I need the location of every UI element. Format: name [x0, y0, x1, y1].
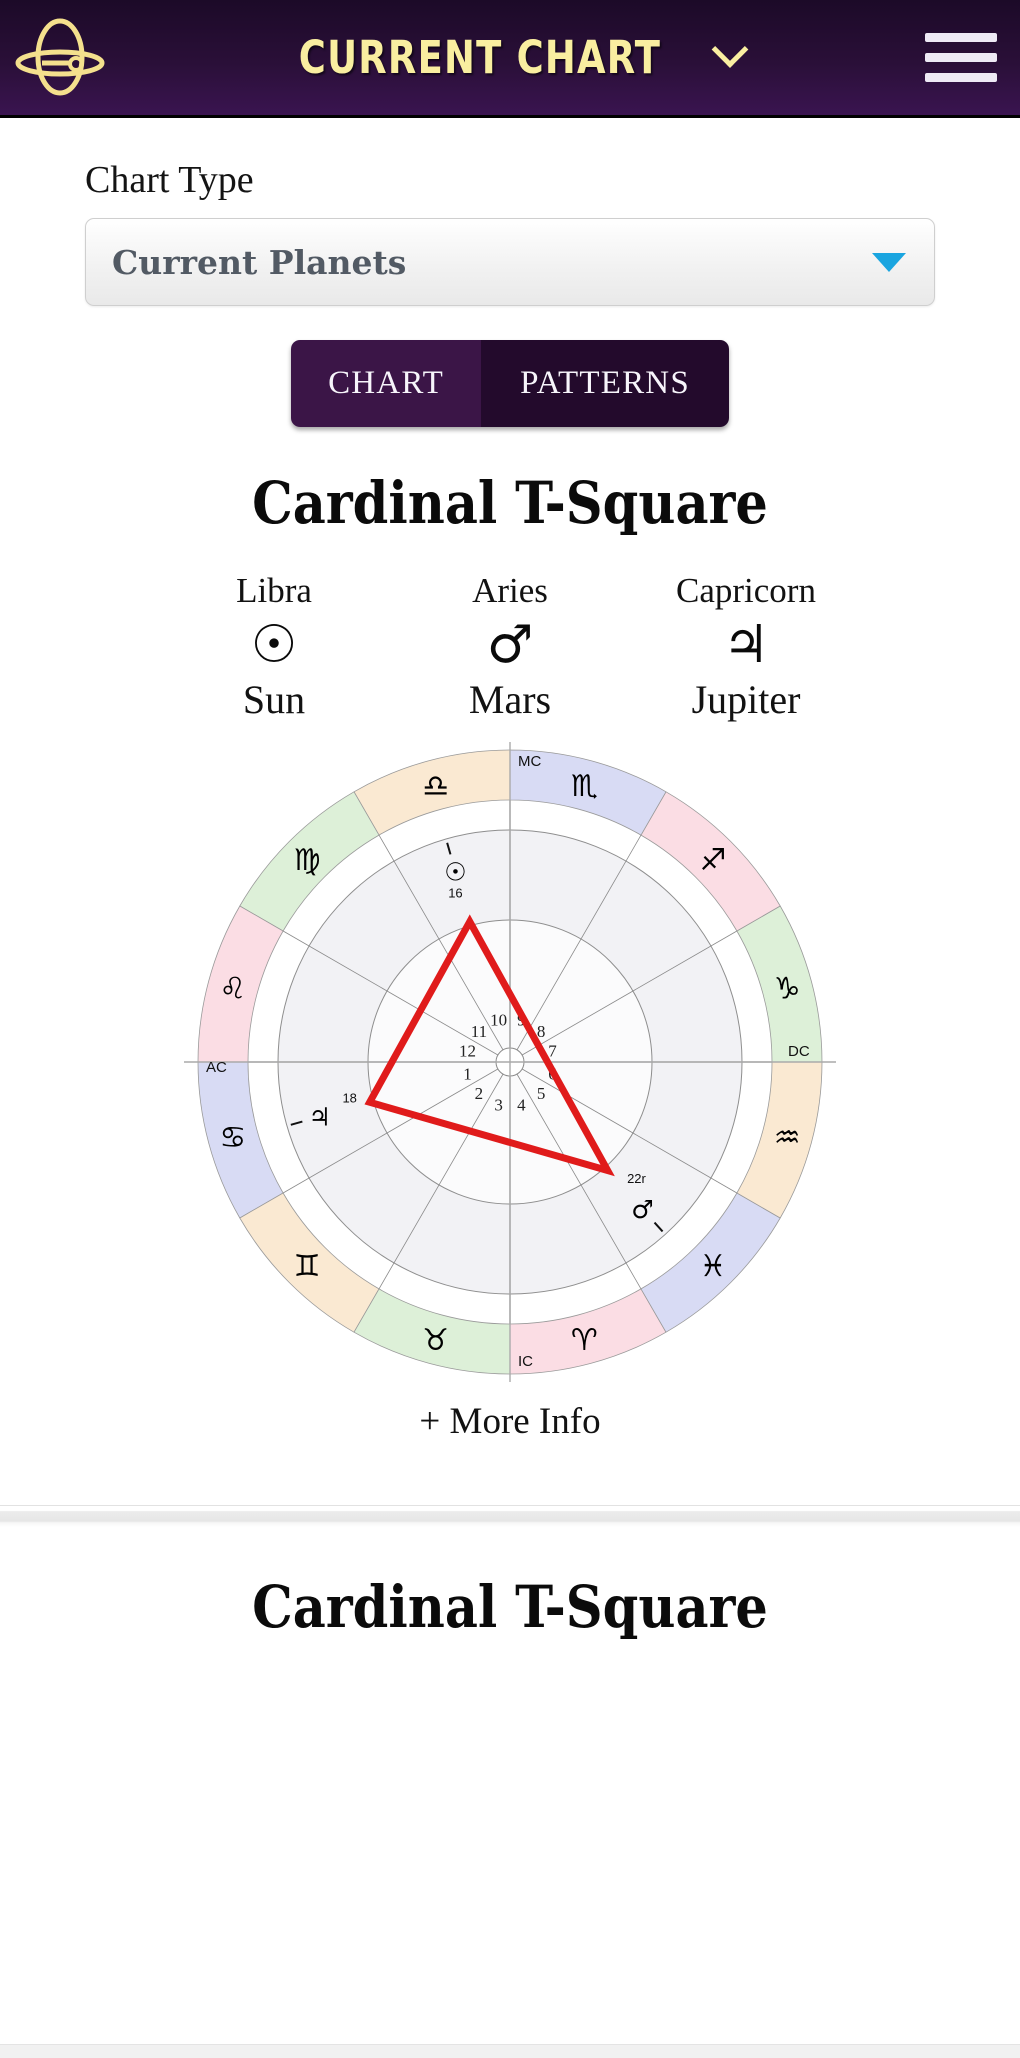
angle-label-ac: AC	[206, 1059, 227, 1076]
cancer-sign-glyph-icon: ♋	[219, 1120, 246, 1155]
planet-sign-label: Capricorn	[676, 571, 816, 610]
pattern-planet-item: Capricorn ♃ Jupiter	[628, 571, 864, 722]
app-header: CURRENT CHART	[0, 0, 1020, 118]
footer-pattern-title: Cardinal T-Square	[252, 1572, 768, 1641]
caret-down-icon	[872, 252, 906, 272]
house-number-7: 7	[548, 1042, 557, 1061]
virgo-sign-glyph-icon: ♍	[294, 843, 321, 878]
chevron-down-icon	[711, 30, 749, 68]
chart-type-select[interactable]: Current Planets	[85, 218, 935, 306]
astrology-wheel: ♎♍♌♋♊♉ ♈♓♒♑♐♏123 456789101112MCACICDC☉16♃1…	[184, 741, 836, 1382]
tab-chart-label: CHART	[328, 365, 444, 401]
house-number-5: 5	[537, 1084, 546, 1103]
capricorn-sign-glyph-icon: ♑	[774, 972, 801, 1007]
planet-name-label: Sun	[242, 676, 306, 722]
mars-glyph-icon: ♂	[486, 614, 534, 675]
taurus-sign-glyph-icon: ♉	[422, 1323, 449, 1358]
scorpio-sign-glyph-icon: ♏	[571, 769, 598, 804]
hamburger-bar	[925, 53, 997, 62]
planet-sign-label: Aries	[472, 571, 548, 610]
house-number-1: 1	[463, 1064, 472, 1083]
tab-patterns-label: PATTERNS	[520, 365, 690, 401]
chart-type-label: Chart Type	[85, 159, 254, 201]
pattern-planet-list: Libra ☉ Sun Aries ♂ Mars Capricorn ♃ Jup…	[0, 571, 1020, 722]
view-tabs: CHART PATTERNS	[291, 340, 729, 427]
hamburger-bar	[925, 33, 997, 42]
more-info-link[interactable]: + More Info	[0, 1400, 1020, 1443]
hamburger-bar	[925, 73, 997, 82]
pattern-planet-item: Aries ♂ Mars	[392, 571, 628, 722]
house-number-3: 3	[494, 1095, 503, 1114]
pattern-planet-item: Libra ☉ Sun	[156, 571, 392, 722]
tab-patterns[interactable]: PATTERNS	[481, 340, 729, 427]
chart-type-selected-value: Current Planets	[112, 242, 407, 282]
house-number-12: 12	[459, 1042, 476, 1061]
planet-name-label: Jupiter	[691, 676, 801, 722]
pattern-title: Cardinal T-Square	[252, 469, 768, 537]
jupiter-glyph-icon: ♃	[722, 614, 770, 675]
page-content: Chart Type Current Planets CHART PATTERN…	[0, 158, 1020, 1641]
current-chart-dropdown[interactable]: CURRENT CHART	[100, 30, 902, 84]
angle-label-mc: MC	[518, 753, 541, 770]
pisces-sign-glyph-icon: ♓	[699, 1249, 726, 1284]
saturn-planet-icon	[15, 18, 105, 95]
sagittarius-sign-glyph-icon: ♐	[699, 843, 726, 878]
angle-label-dc: DC	[788, 1043, 810, 1060]
planet-name-label: Mars	[468, 676, 552, 722]
house-number-11: 11	[471, 1022, 487, 1041]
mars-glyph-icon: ♂	[631, 1195, 653, 1224]
leo-sign-glyph-icon: ♌	[219, 972, 246, 1007]
bottom-strip	[0, 2044, 1020, 2058]
app-title: CURRENT CHART	[298, 31, 662, 84]
tab-chart[interactable]: CHART	[291, 340, 481, 427]
jupiter-glyph-icon: ♃	[308, 1103, 330, 1132]
angle-label-ic: IC	[518, 1353, 533, 1370]
house-number-4: 4	[517, 1095, 526, 1114]
mars-degree-label: 22r	[627, 1171, 646, 1186]
hamburger-menu-icon[interactable]	[902, 33, 1020, 82]
house-number-10: 10	[490, 1010, 507, 1029]
house-number-2: 2	[475, 1084, 484, 1103]
planet-sign-label: Libra	[236, 571, 312, 610]
jupiter-degree-label: 18	[342, 1091, 356, 1106]
section-divider	[0, 1504, 1020, 1527]
aries-sign-glyph-icon: ♈	[571, 1323, 598, 1358]
libra-sign-glyph-icon: ♎	[422, 769, 449, 804]
sun-glyph-icon: ☉	[444, 858, 466, 887]
astrology-wheel-container[interactable]: ♎ ♍ ♌ ♋ ♊ ♉ ♈ ♓ ♒ ♑ ♐ ♏ 1 2 3 4 5 6 7 8 9 10 11 12 MC AC IC DC ☉ 16 ♃ 1…	[0, 741, 1020, 1382]
sun-degree-label: 16	[448, 886, 462, 901]
gemini-sign-glyph-icon: ♊	[294, 1249, 321, 1284]
sun-glyph-icon: ☉	[250, 614, 298, 675]
aquarius-sign-glyph-icon: ♒	[774, 1120, 801, 1155]
